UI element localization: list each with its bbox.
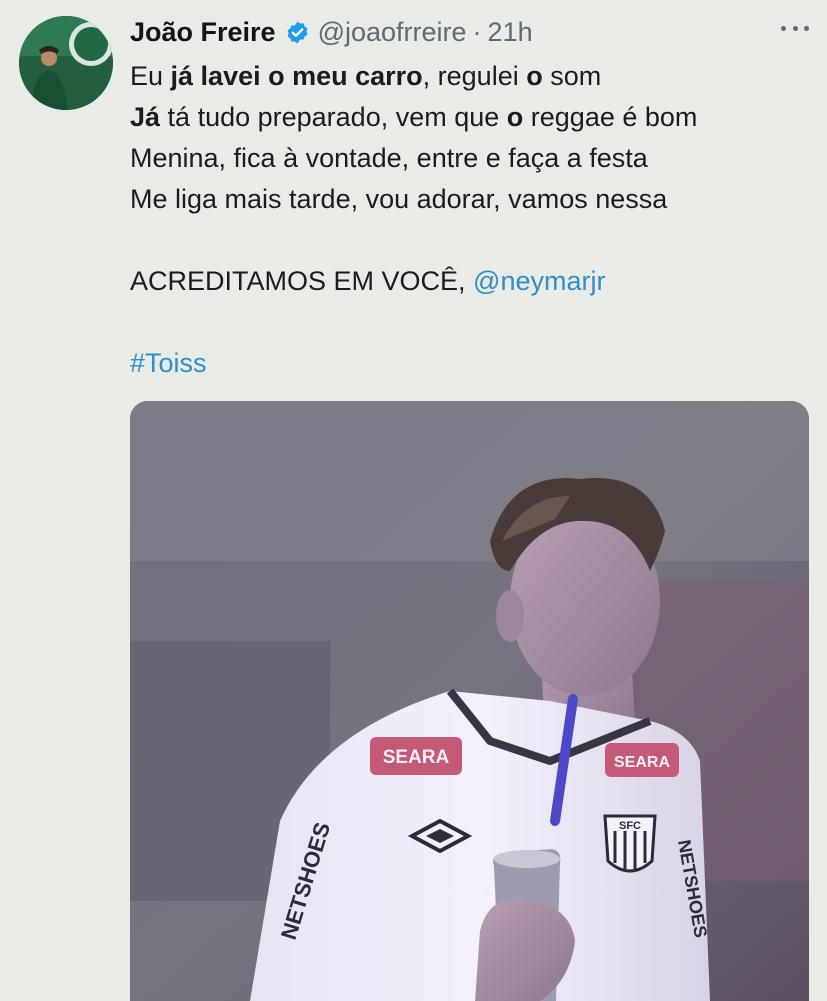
mention-link[interactable]: @neymarjr (473, 266, 605, 296)
tweet-text: Eu já lavei o meu carro, regulei o som J… (130, 56, 697, 384)
separator-dot: · (472, 16, 482, 47)
tweet-header: João Freire @joaofrreire · 21h (130, 12, 533, 52)
author-avatar[interactable] (19, 16, 113, 110)
sponsor-text-left: SEARA (383, 747, 450, 768)
verified-badge-icon (285, 20, 310, 45)
tweet-line-1: Eu já lavei o meu carro, regulei o som (130, 61, 602, 91)
tweet-line-4: Me liga mais tarde, vou adorar, vamos ne… (130, 184, 668, 214)
tweet-timestamp[interactable]: 21h (488, 17, 533, 48)
author-name[interactable]: João Freire (130, 17, 276, 48)
crest-text: SFC (619, 820, 641, 832)
author-handle[interactable]: @joaofrreire (318, 17, 467, 48)
hashtag-link[interactable]: #Toiss (130, 348, 207, 378)
sponsor-text-right: SEARA (614, 754, 670, 771)
tweet-media-image[interactable]: SEARA SEARA NETSHOES NETSHOES SFC (130, 401, 809, 1001)
tweet-line-2: Já tá tudo preparado, vem que o reggae é… (130, 102, 698, 132)
tweet-line-5: ACREDITAMOS EM VOCÊ, @neymarjr (130, 266, 606, 296)
club-crest-icon: SFC (603, 814, 657, 873)
more-options-icon[interactable] (781, 18, 809, 38)
tweet-line-3: Menina, fica à vontade, entre e faça a f… (130, 143, 648, 173)
